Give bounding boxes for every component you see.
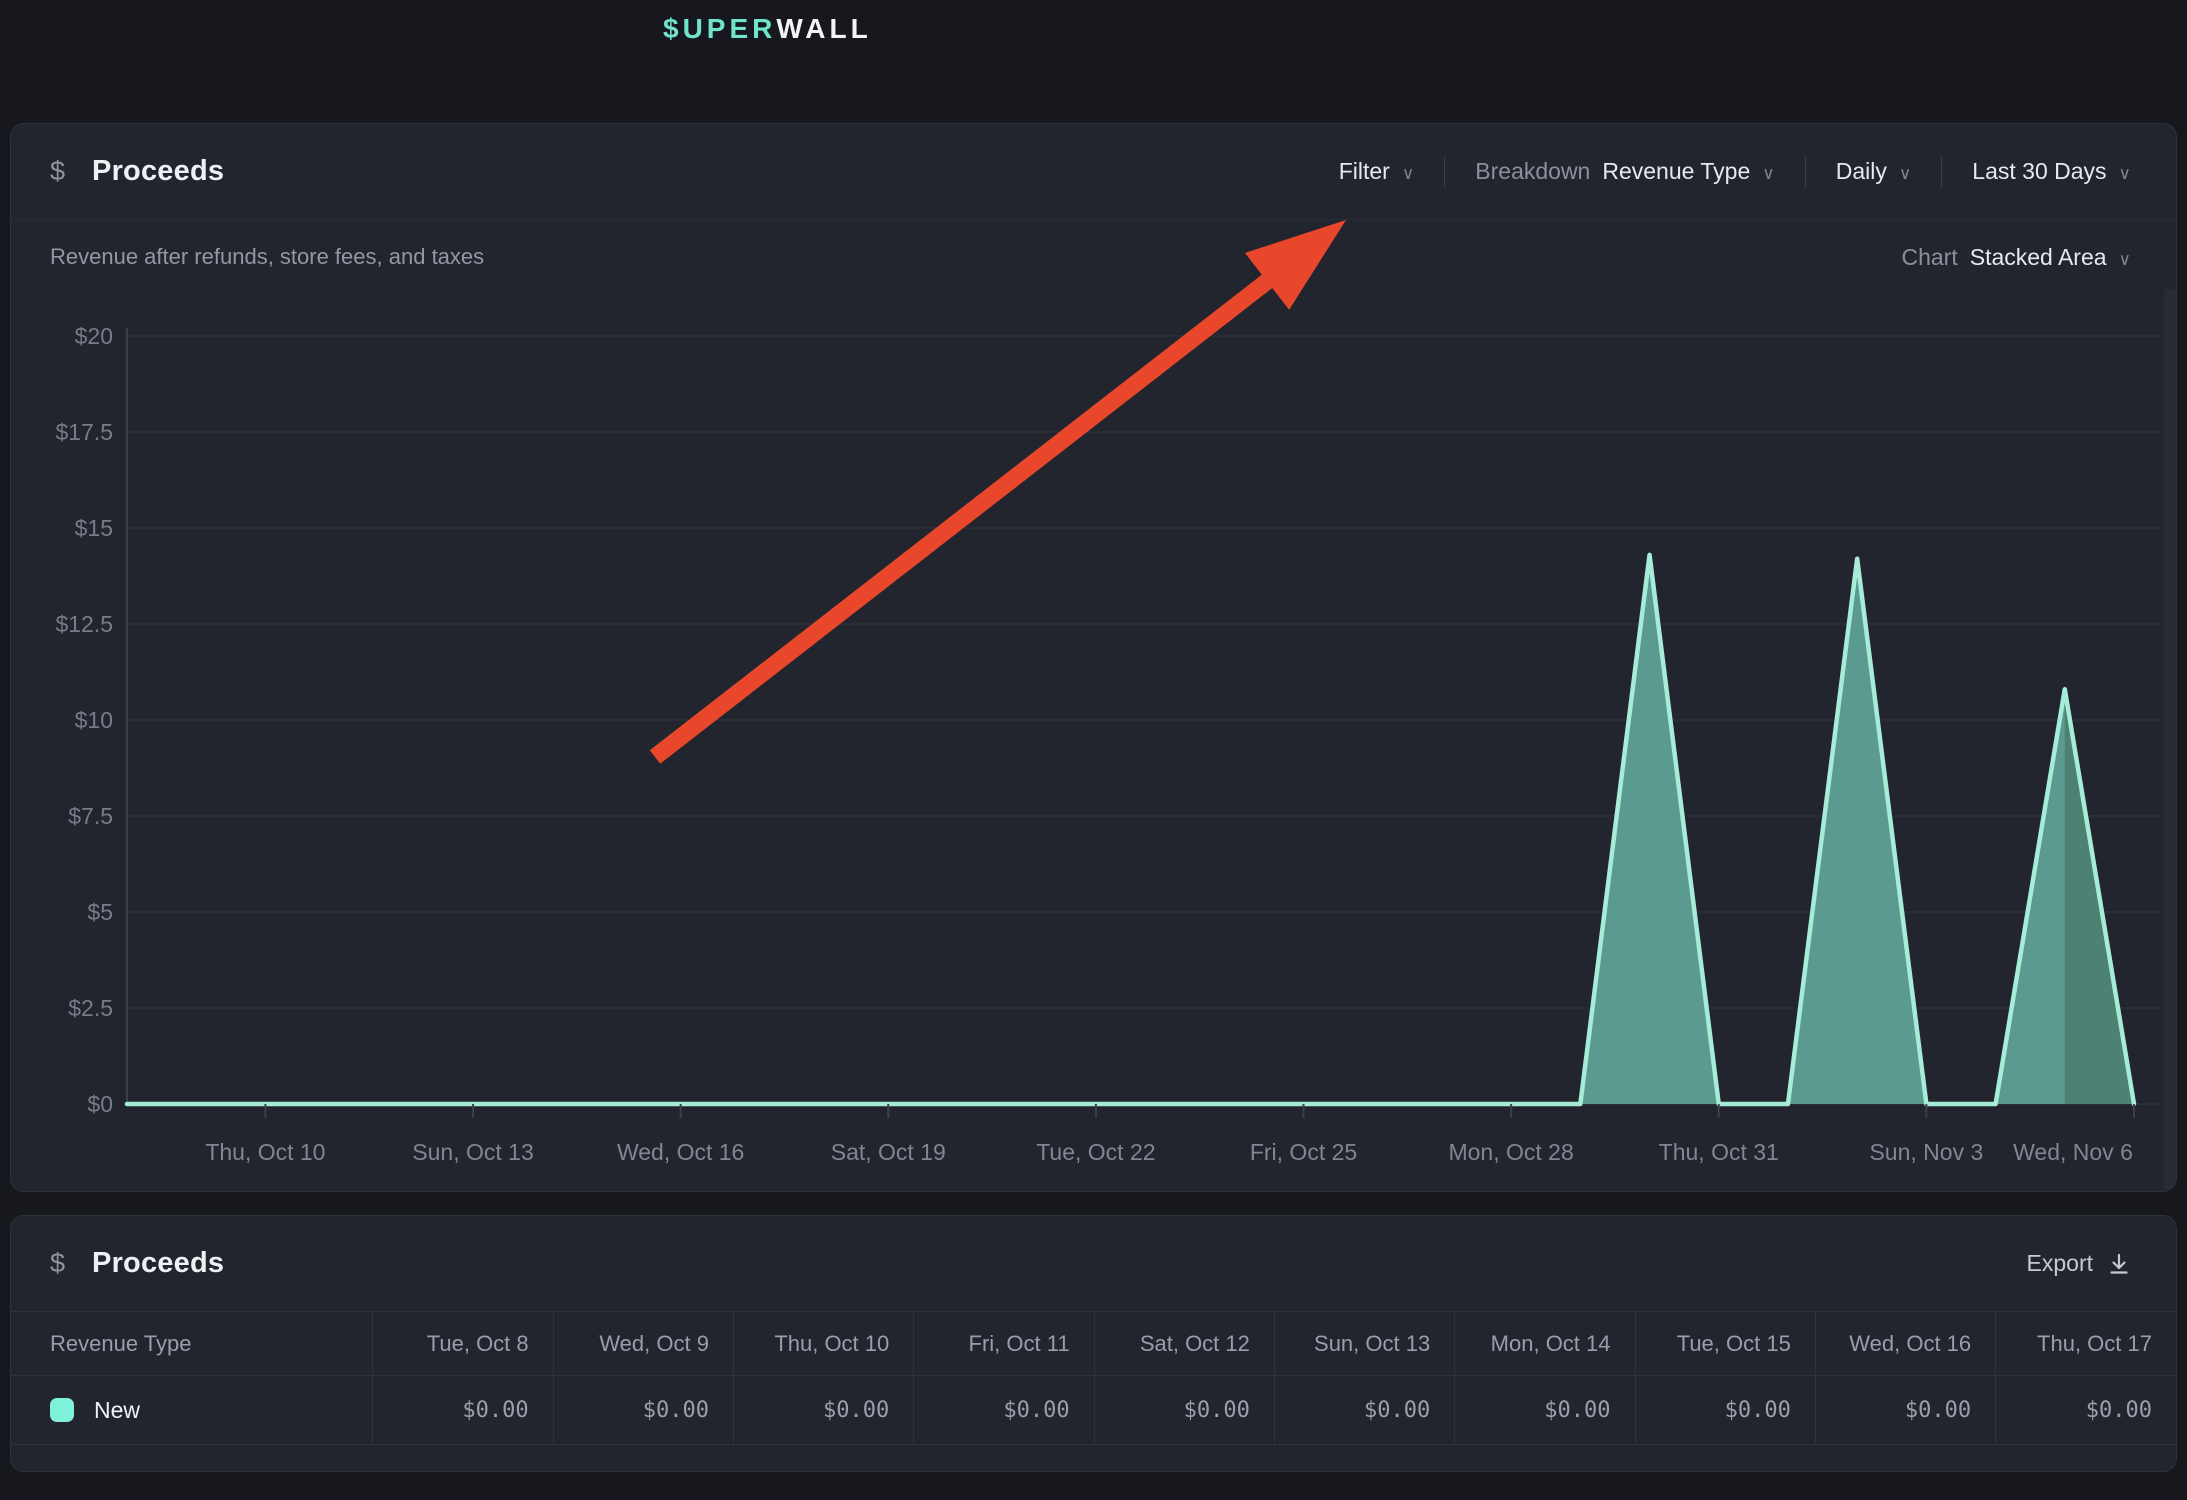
y-axis-label: $17.5 [55, 419, 113, 445]
y-axis-label: $20 [75, 323, 113, 349]
x-axis-label: Sun, Nov 3 [1869, 1139, 1983, 1165]
column-header-date: Thu, Oct 17 [1996, 1312, 2176, 1376]
y-axis-label: $7.5 [68, 803, 113, 829]
proceeds-table: Revenue TypeTue, Oct 8Wed, Oct 9Thu, Oct… [11, 1311, 2176, 1445]
logo-accent-text: $UPER [663, 13, 776, 45]
top-navigation-bar: $UPERWALL [0, 0, 2187, 123]
date-range-dropdown[interactable]: Last 30 Days ∨ [1972, 158, 2131, 185]
dollar-icon: $ [50, 156, 65, 187]
column-header-date: Wed, Oct 16 [1815, 1312, 1995, 1376]
chevron-down-icon: ∨ [1899, 165, 1911, 182]
interval-dropdown[interactable]: Daily ∨ [1836, 158, 1912, 185]
chart-card-title: Proceeds [92, 155, 224, 188]
value-cell: $0.00 [1635, 1376, 1815, 1445]
currency-value: $0.00 [1184, 1398, 1250, 1423]
chart-card-header: $ Proceeds Filter ∨ Breakdown Revenue Ty… [11, 124, 2176, 220]
chart-type-dropdown[interactable]: Chart Stacked Area ∨ [1901, 244, 2131, 271]
value-cell: $0.00 [1455, 1376, 1635, 1445]
proceeds-table-card: $ Proceeds Export Revenue TypeTue, Oct 8… [10, 1215, 2177, 1472]
y-axis-label: $0 [87, 1091, 113, 1117]
x-axis-label: Mon, Oct 28 [1448, 1139, 1573, 1165]
column-header-date: Thu, Oct 10 [733, 1312, 913, 1376]
table-card-header: $ Proceeds Export [11, 1216, 2176, 1311]
x-axis-label: Sun, Oct 13 [412, 1139, 533, 1165]
chart-subtitle: Revenue after refunds, store fees, and t… [50, 244, 484, 270]
currency-value: $0.00 [1003, 1398, 1069, 1423]
y-axis-label: $10 [75, 707, 113, 733]
filter-label: Filter [1339, 158, 1390, 185]
value-cell: $0.00 [733, 1376, 913, 1445]
proceeds-chart-card: $ Proceeds Filter ∨ Breakdown Revenue Ty… [10, 123, 2177, 1192]
breakdown-value: Revenue Type [1602, 158, 1750, 185]
separator [1941, 156, 1942, 188]
column-header-date: Tue, Oct 15 [1635, 1312, 1815, 1376]
value-cell: $0.00 [553, 1376, 733, 1445]
currency-value: $0.00 [1364, 1398, 1430, 1423]
currency-value: $0.00 [1725, 1398, 1791, 1423]
column-header-date: Wed, Oct 9 [553, 1312, 733, 1376]
column-header-date: Mon, Oct 14 [1455, 1312, 1635, 1376]
value-cell: $0.00 [914, 1376, 1094, 1445]
value-cell: $0.00 [1815, 1376, 1995, 1445]
x-axis-label: Thu, Oct 10 [205, 1139, 325, 1165]
y-axis-label: $12.5 [55, 611, 113, 637]
chart-type-label: Chart [1901, 244, 1957, 271]
y-axis-label: $5 [87, 899, 113, 925]
export-label: Export [2027, 1250, 2093, 1277]
chevron-down-icon: ∨ [1762, 165, 1774, 182]
column-header-date: Sat, Oct 12 [1094, 1312, 1274, 1376]
separator [1444, 156, 1445, 188]
breakdown-label: Breakdown [1475, 158, 1590, 185]
table-header-row: Revenue TypeTue, Oct 8Wed, Oct 9Thu, Oct… [11, 1312, 2176, 1376]
column-header-date: Tue, Oct 8 [373, 1312, 553, 1376]
separator [1805, 156, 1806, 188]
column-header-date: Fri, Oct 11 [914, 1312, 1094, 1376]
series-color-swatch [50, 1398, 74, 1422]
x-axis-label: Wed, Nov 6 [2013, 1139, 2133, 1165]
interval-value: Daily [1836, 158, 1887, 185]
date-range-value: Last 30 Days [1972, 158, 2106, 185]
currency-value: $0.00 [643, 1398, 709, 1423]
value-cell: $0.00 [1094, 1376, 1274, 1445]
logo-rest-text: WALL [776, 13, 871, 45]
currency-value: $0.00 [1905, 1398, 1971, 1423]
x-axis-label: Sat, Oct 19 [831, 1139, 946, 1165]
currency-value: $0.00 [462, 1398, 528, 1423]
value-cell: $0.00 [373, 1376, 553, 1445]
column-header-date: Sun, Oct 13 [1274, 1312, 1454, 1376]
row-label-cell: New [11, 1376, 373, 1445]
superwall-logo[interactable]: $UPERWALL [663, 12, 872, 46]
x-axis-label: Tue, Oct 22 [1036, 1139, 1155, 1165]
column-header-revenue-type: Revenue Type [11, 1312, 373, 1376]
filter-dropdown[interactable]: Filter ∨ [1339, 158, 1415, 185]
export-button[interactable]: Export [2027, 1250, 2131, 1277]
breakdown-dropdown[interactable]: Breakdown Revenue Type ∨ [1475, 158, 1774, 185]
y-axis-label: $15 [75, 515, 113, 541]
table-card-title: Proceeds [92, 1247, 224, 1280]
area-series-new [127, 555, 2134, 1104]
chevron-down-icon: ∨ [1402, 165, 1414, 182]
dollar-icon: $ [50, 1248, 65, 1279]
currency-value: $0.00 [823, 1398, 889, 1423]
chevron-down-icon: ∨ [2119, 165, 2131, 182]
chart-subtitle-row: Revenue after refunds, store fees, and t… [11, 220, 2176, 294]
y-axis-label: $2.5 [68, 995, 113, 1021]
chevron-down-icon: ∨ [2119, 251, 2131, 268]
x-axis-label: Wed, Oct 16 [617, 1139, 744, 1165]
x-axis-label: Thu, Oct 31 [1659, 1139, 1779, 1165]
series-name: New [94, 1397, 140, 1424]
download-icon [2107, 1252, 2131, 1276]
currency-value: $0.00 [2086, 1398, 2152, 1423]
x-axis-label: Fri, Oct 25 [1250, 1139, 1357, 1165]
value-cell: $0.00 [1996, 1376, 2176, 1445]
stacked-area-chart[interactable]: $0 $2.5 $5 $7.5 $10 $12.5 $15 $17.5 $20 Thu, Oct … [11, 294, 2177, 1192]
chart-controls: Filter ∨ Breakdown Revenue Type ∨ Daily … [1339, 156, 2131, 188]
value-cell: $0.00 [1274, 1376, 1454, 1445]
chart-type-value: Stacked Area [1970, 244, 2107, 271]
table-row: New $0.00 $0.00 $0.00 $0.00 $0.00 $0.00 $0.00 $0… [11, 1376, 2176, 1445]
currency-value: $0.00 [1544, 1398, 1610, 1423]
